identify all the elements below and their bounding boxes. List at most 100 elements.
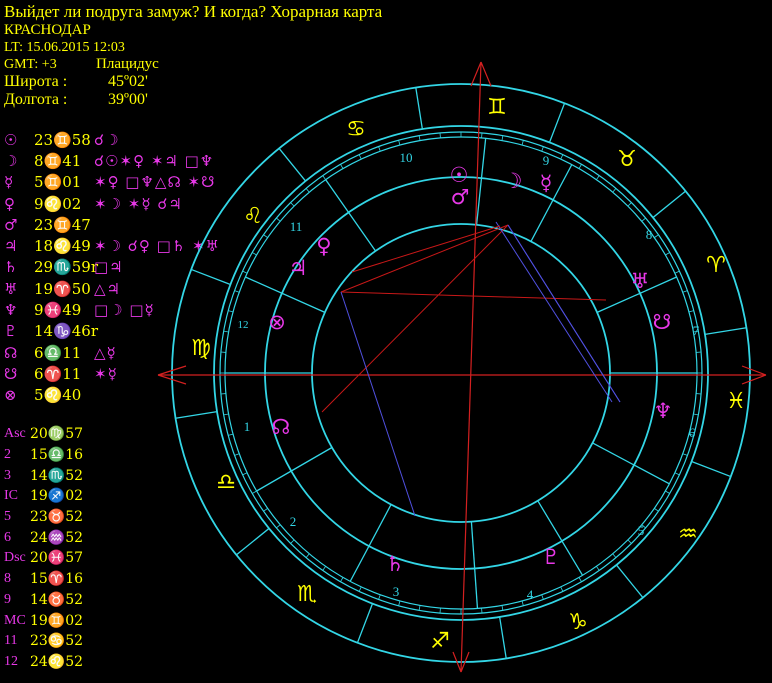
house-number: 3 bbox=[393, 584, 400, 599]
sign-glyph: ♒ bbox=[678, 522, 698, 547]
sign-divider bbox=[278, 147, 307, 182]
house-number: 7 bbox=[693, 323, 700, 338]
degree-tick bbox=[596, 566, 600, 571]
degree-tick bbox=[276, 524, 281, 529]
degree-tick bbox=[322, 566, 326, 571]
planet-glyph: ☉ bbox=[450, 163, 469, 187]
degree-tick bbox=[290, 539, 295, 544]
sign-divider bbox=[235, 527, 270, 556]
degree-tick bbox=[398, 600, 401, 606]
degree-tick bbox=[276, 217, 281, 222]
sign-divider bbox=[548, 102, 566, 143]
house-number: 12 bbox=[238, 319, 249, 331]
degree-tick bbox=[541, 594, 544, 600]
sign-glyph: ♑ bbox=[568, 610, 588, 635]
house-number: 10 bbox=[400, 150, 413, 165]
degree-tick bbox=[612, 188, 617, 193]
degree-tick bbox=[654, 234, 659, 238]
sign-glyph: ♊ bbox=[487, 95, 507, 120]
planet-glyph: ☿ bbox=[540, 171, 553, 195]
sign-glyph: ♋ bbox=[346, 117, 366, 142]
degree-tick bbox=[340, 164, 344, 169]
degree-tick bbox=[228, 310, 234, 313]
degree-tick bbox=[252, 490, 257, 494]
degree-tick bbox=[242, 270, 248, 274]
degree-tick bbox=[418, 605, 421, 611]
horary-wheel: ♊ ♉ ♈ ♓ ♒ ♑ ♐ ♏ ♎ ♍ ♌ ♋ 10 9 8 7 6 5 4 3 2 1 12 11 ☉ ☽ ☿ ♂ ♀ ♃ ⊗ ♅☋ ♆ ♇ ♄ ☊ bbox=[157, 61, 767, 673]
sign-divider bbox=[175, 410, 218, 419]
degree-tick bbox=[521, 600, 524, 606]
planet-glyph: ♀ bbox=[316, 234, 331, 258]
degree-tick bbox=[418, 135, 421, 141]
sign-glyph: ♏ bbox=[297, 582, 317, 607]
degree-tick bbox=[322, 175, 326, 180]
degree-tick bbox=[305, 188, 310, 193]
sign-glyph: ♓ bbox=[726, 389, 746, 414]
house-cusp-line bbox=[470, 521, 479, 609]
sign-glyph: ♍ bbox=[191, 336, 211, 361]
house-number: 8 bbox=[646, 227, 653, 242]
degree-tick bbox=[578, 577, 582, 582]
house-cusp-line bbox=[325, 179, 377, 252]
house-cusp-line bbox=[245, 276, 326, 313]
degree-tick bbox=[501, 135, 504, 141]
degree-tick bbox=[398, 140, 401, 146]
sign-divider bbox=[415, 87, 424, 130]
degree-tick bbox=[688, 310, 694, 313]
house-cusp-line bbox=[256, 446, 333, 492]
planet-glyph: ⊗ bbox=[268, 310, 286, 334]
degree-tick bbox=[674, 270, 680, 274]
degree-tick bbox=[612, 553, 617, 558]
house-number: 5 bbox=[638, 523, 645, 538]
degree-tick bbox=[252, 252, 257, 256]
degree-tick bbox=[234, 453, 240, 456]
planet-glyph: ☽ bbox=[504, 169, 523, 193]
degree-tick bbox=[358, 586, 362, 592]
degree-tick bbox=[627, 202, 632, 207]
degree-tick bbox=[263, 508, 268, 512]
degree-tick bbox=[541, 146, 544, 152]
house-cusp-line bbox=[592, 442, 670, 485]
sign-divider bbox=[704, 327, 747, 336]
degree-tick bbox=[340, 577, 344, 582]
sign-glyph: ♌ bbox=[243, 204, 263, 229]
degree-tick bbox=[378, 594, 381, 600]
degree-tick bbox=[693, 413, 699, 416]
planet-glyph: ♅ bbox=[631, 269, 650, 293]
sign-divider bbox=[498, 616, 507, 659]
degree-tick bbox=[223, 330, 229, 333]
degree-tick bbox=[560, 154, 564, 160]
planet-glyph: ♃ bbox=[289, 256, 308, 280]
planet-glyph: ☊ bbox=[272, 415, 291, 439]
degree-tick bbox=[665, 490, 670, 494]
sign-glyph: ♈ bbox=[706, 253, 726, 278]
sign-divider bbox=[691, 460, 732, 478]
degree-tick bbox=[578, 164, 582, 169]
degree-tick bbox=[654, 508, 659, 512]
planet-glyph: ♆ bbox=[654, 399, 673, 423]
planet-glyph: ♂ bbox=[451, 185, 470, 209]
degree-tick bbox=[358, 154, 362, 160]
planet-glyph: ☋ bbox=[653, 310, 672, 334]
sign-glyph: ♉ bbox=[617, 147, 637, 172]
degree-tick bbox=[501, 605, 504, 611]
aspect-line bbox=[340, 291, 416, 517]
degree-tick bbox=[641, 217, 646, 222]
house-number: 11 bbox=[290, 219, 303, 234]
sign-divider bbox=[190, 268, 231, 286]
house-number: 6 bbox=[689, 425, 696, 440]
house-number: 9 bbox=[543, 153, 550, 168]
inner-circle bbox=[311, 223, 611, 523]
degree-tick bbox=[242, 472, 248, 476]
degree-tick bbox=[234, 290, 240, 293]
degree-tick bbox=[228, 433, 234, 436]
degree-tick bbox=[682, 290, 688, 293]
house-number: 1 bbox=[244, 419, 251, 434]
degree-tick bbox=[627, 539, 632, 544]
sign-glyph: ♐ bbox=[430, 629, 450, 654]
house-number: 2 bbox=[290, 514, 297, 529]
sign-glyph: ♎ bbox=[216, 470, 236, 495]
degree-tick bbox=[682, 453, 688, 456]
degree-tick bbox=[665, 252, 670, 256]
sign-divider bbox=[615, 564, 644, 599]
